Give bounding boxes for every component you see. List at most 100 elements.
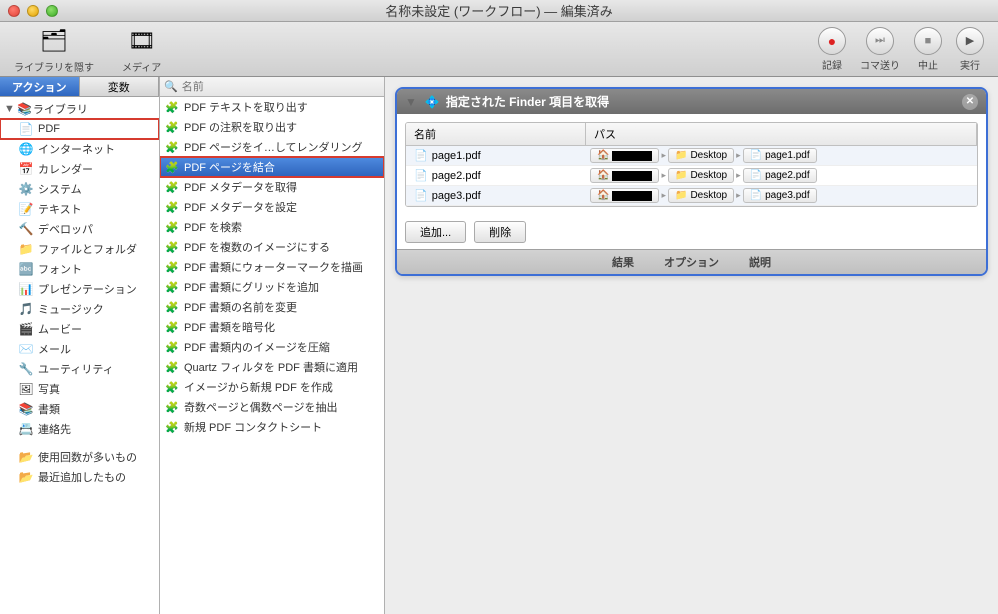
stop-button[interactable]: ■ 中止 bbox=[914, 27, 942, 72]
pdf-action-icon: 🧩 bbox=[164, 379, 180, 395]
table-body[interactable]: 📄page1.pdf🏠▸📁Desktop▸📄page1.pdf📄page2.pd… bbox=[406, 146, 977, 206]
path-home[interactable]: 🏠 bbox=[590, 148, 659, 163]
action-list-item[interactable]: 🧩PDF ページを結合 bbox=[160, 157, 384, 177]
sidebar-item-label: 使用回数が多いもの bbox=[38, 449, 137, 465]
sidebar-item-label: 写真 bbox=[38, 381, 60, 397]
sidebar-item[interactable]: 🖼写真 bbox=[0, 379, 159, 399]
home-icon: 🏠 bbox=[597, 170, 609, 181]
table-row[interactable]: 📄page2.pdf🏠▸📁Desktop▸📄page2.pdf bbox=[406, 166, 977, 186]
sidebar-smart-item[interactable]: 📂最近追加したもの bbox=[0, 467, 159, 487]
path-home[interactable]: 🏠 bbox=[590, 188, 659, 203]
pdf-action-icon: 🧩 bbox=[164, 139, 180, 155]
category-icon: ✉️ bbox=[18, 341, 34, 357]
action-list-item[interactable]: 🧩PDF ページをイ…してレンダリング bbox=[160, 137, 384, 157]
footer-results[interactable]: 結果 bbox=[612, 254, 634, 270]
pdf-action-icon: 🧩 bbox=[164, 219, 180, 235]
minimize-window-button[interactable] bbox=[27, 5, 39, 17]
library-group[interactable]: ▼ 📚 ライブラリ bbox=[0, 99, 159, 119]
path-arrow-icon: ▸ bbox=[661, 150, 666, 161]
action-list-item[interactable]: 🧩PDF 書類の名前を変更 bbox=[160, 297, 384, 317]
sidebar-item-label: 連絡先 bbox=[38, 421, 71, 437]
column-name[interactable]: 名前 bbox=[406, 123, 586, 145]
sidebar-item[interactable]: 📚書類 bbox=[0, 399, 159, 419]
step-button[interactable]: ⏭ コマ送り bbox=[860, 27, 900, 72]
sidebar-item[interactable]: ✉️メール bbox=[0, 339, 159, 359]
card-disclosure-icon[interactable]: ▼ bbox=[405, 95, 417, 109]
sidebar-smart-item[interactable]: 📂使用回数が多いもの bbox=[0, 447, 159, 467]
action-list-item[interactable]: 🧩PDF 書類を暗号化 bbox=[160, 317, 384, 337]
workflow-canvas[interactable]: ▼ 💠 指定された Finder 項目を取得 ✕ 名前 パス 📄page1.pd… bbox=[385, 77, 998, 614]
path-folder[interactable]: 📁Desktop bbox=[668, 168, 734, 183]
run-button[interactable]: ▶ 実行 bbox=[956, 27, 984, 72]
action-list-item[interactable]: 🧩Quartz フィルタを PDF 書類に適用 bbox=[160, 357, 384, 377]
close-window-button[interactable] bbox=[8, 5, 20, 17]
sidebar-item[interactable]: 🎵ミュージック bbox=[0, 299, 159, 319]
sidebar-item[interactable]: 🔤フォント bbox=[0, 259, 159, 279]
action-list-item[interactable]: 🧩新規 PDF コンタクトシート bbox=[160, 417, 384, 437]
action-list-item[interactable]: 🧩PDF メタデータを設定 bbox=[160, 197, 384, 217]
action-list-item[interactable]: 🧩PDF の注釈を取り出す bbox=[160, 117, 384, 137]
sidebar-item[interactable]: 📇連絡先 bbox=[0, 419, 159, 439]
sidebar-list[interactable]: ▼ 📚 ライブラリ 📄PDF🌐インターネット📅カレンダー⚙️システム📝テキスト🔨… bbox=[0, 97, 159, 614]
action-list-item[interactable]: 🧩PDF メタデータを取得 bbox=[160, 177, 384, 197]
add-button[interactable]: 追加... bbox=[405, 221, 466, 243]
pdf-action-icon: 🧩 bbox=[164, 279, 180, 295]
table-row[interactable]: 📄page1.pdf🏠▸📁Desktop▸📄page1.pdf bbox=[406, 146, 977, 166]
remove-button[interactable]: 削除 bbox=[474, 221, 526, 243]
action-list-item[interactable]: 🧩PDF 書類内のイメージを圧縮 bbox=[160, 337, 384, 357]
media-icon: 🎞 bbox=[126, 25, 158, 57]
sidebar-item[interactable]: 🎬ムービー bbox=[0, 319, 159, 339]
sidebar-item[interactable]: 📅カレンダー bbox=[0, 159, 159, 179]
toolbar: 🗂 ライブラリを隠す 🎞 メディア ● 記録 ⏭ コマ送り ■ 中止 ▶ 実行 bbox=[0, 22, 998, 77]
folder-icon: 📂 bbox=[18, 469, 34, 485]
action-list-item[interactable]: 🧩PDF を複数のイメージにする bbox=[160, 237, 384, 257]
disclosure-triangle-icon[interactable]: ▼ bbox=[4, 103, 15, 115]
library-icon: 🗂 bbox=[38, 25, 70, 57]
hide-library-button[interactable]: 🗂 ライブラリを隠す bbox=[14, 25, 94, 74]
media-button[interactable]: 🎞 メディア bbox=[122, 25, 161, 74]
footer-options[interactable]: オプション bbox=[664, 254, 719, 270]
path-file[interactable]: 📄page1.pdf bbox=[743, 148, 817, 163]
titlebar: 名称未設定 (ワークフロー) — 編集済み bbox=[0, 0, 998, 22]
tab-action[interactable]: アクション bbox=[0, 77, 80, 96]
column-path[interactable]: パス bbox=[586, 123, 977, 145]
path-file[interactable]: 📄page3.pdf bbox=[743, 188, 817, 203]
action-label: PDF 書類の名前を変更 bbox=[184, 299, 297, 315]
sidebar-item-label: インターネット bbox=[38, 141, 115, 157]
sidebar-item-label: メール bbox=[38, 341, 71, 357]
path-folder[interactable]: 📁Desktop bbox=[668, 148, 734, 163]
card-header[interactable]: ▼ 💠 指定された Finder 項目を取得 ✕ bbox=[397, 89, 986, 114]
action-label: 新規 PDF コンタクトシート bbox=[184, 419, 322, 435]
path-file[interactable]: 📄page2.pdf bbox=[743, 168, 817, 183]
record-button[interactable]: ● 記録 bbox=[818, 27, 846, 72]
sidebar-item[interactable]: 📝テキスト bbox=[0, 199, 159, 219]
action-list[interactable]: 🧩PDF テキストを取り出す🧩PDF の注釈を取り出す🧩PDF ページをイ…して… bbox=[160, 97, 384, 614]
action-list-item[interactable]: 🧩イメージから新規 PDF を作成 bbox=[160, 377, 384, 397]
sidebar-tabs: アクション 変数 bbox=[0, 77, 159, 97]
sidebar-item[interactable]: 🌐インターネット bbox=[0, 139, 159, 159]
footer-description[interactable]: 説明 bbox=[749, 254, 771, 270]
sidebar-item-label: システム bbox=[38, 181, 82, 197]
table-row[interactable]: 📄page3.pdf🏠▸📁Desktop▸📄page3.pdf bbox=[406, 186, 977, 206]
path-home[interactable]: 🏠 bbox=[590, 168, 659, 183]
action-list-item[interactable]: 🧩PDF 書類にウォーターマークを描画 bbox=[160, 257, 384, 277]
path-arrow-icon: ▸ bbox=[736, 170, 741, 181]
card-close-button[interactable]: ✕ bbox=[962, 94, 978, 110]
tab-variable[interactable]: 変数 bbox=[80, 77, 160, 96]
zoom-window-button[interactable] bbox=[46, 5, 58, 17]
action-list-item[interactable]: 🧩奇数ページと偶数ページを抽出 bbox=[160, 397, 384, 417]
sidebar-item[interactable]: 📁ファイルとフォルダ bbox=[0, 239, 159, 259]
action-list-item[interactable]: 🧩PDF 書類にグリッドを追加 bbox=[160, 277, 384, 297]
sidebar-item[interactable]: 📊プレゼンテーション bbox=[0, 279, 159, 299]
sidebar-item[interactable]: 🔨デベロッパ bbox=[0, 219, 159, 239]
card-footer: 結果 オプション 説明 bbox=[397, 249, 986, 274]
action-list-item[interactable]: 🧩PDF を検索 bbox=[160, 217, 384, 237]
sidebar-item[interactable]: 📄PDF bbox=[0, 119, 159, 139]
action-list-item[interactable]: 🧩PDF テキストを取り出す bbox=[160, 97, 384, 117]
file-name: page1.pdf bbox=[432, 150, 481, 162]
sidebar-item[interactable]: ⚙️システム bbox=[0, 179, 159, 199]
sidebar-item-label: PDF bbox=[38, 123, 60, 135]
sidebar-item[interactable]: 🔧ユーティリティ bbox=[0, 359, 159, 379]
search-input[interactable] bbox=[178, 81, 380, 93]
path-folder[interactable]: 📁Desktop bbox=[668, 188, 734, 203]
